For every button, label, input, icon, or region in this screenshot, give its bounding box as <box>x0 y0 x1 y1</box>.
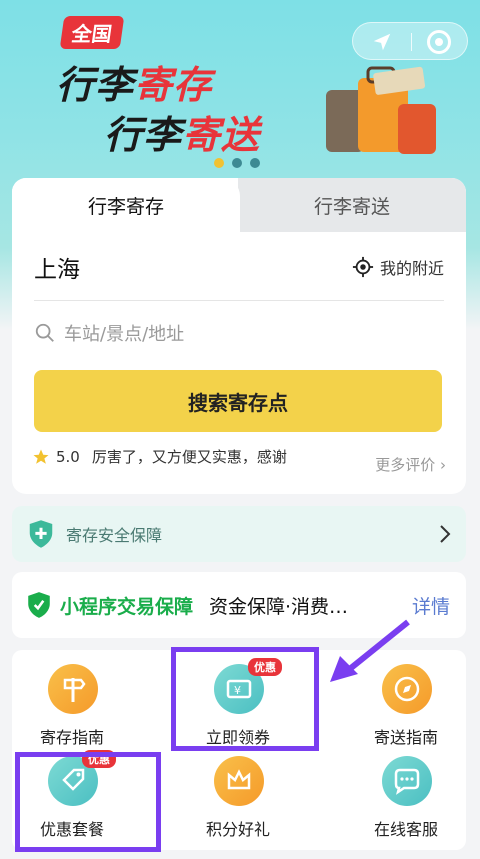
green-shield-icon <box>28 592 50 618</box>
close-target-icon[interactable] <box>427 30 451 54</box>
banner-headline-1: 行李寄存 <box>56 63 213 107</box>
guarantee-desc: 资金保障·消费… <box>209 595 349 618</box>
safety-label: 寄存安全保障 <box>66 526 163 545</box>
shield-plus-icon <box>29 520 53 548</box>
nearby-button[interactable]: 我的附近 <box>352 255 444 279</box>
service-label: 积分好礼 <box>205 820 270 839</box>
service-label: 寄存指南 <box>39 728 104 747</box>
search-input[interactable]: 车站/景点/地址 <box>34 320 184 346</box>
chevron-right-icon: › <box>440 456 446 474</box>
carousel-dots <box>214 158 260 168</box>
rating-value: 5.0 <box>56 447 80 466</box>
carousel-dot-active <box>214 158 224 168</box>
search-icon <box>35 323 54 342</box>
search-placeholder: 车站/景点/地址 <box>64 324 185 345</box>
search-storage-button[interactable]: 搜索寄存点 <box>34 370 442 432</box>
service-points-gifts[interactable]: 积分好礼 <box>178 756 298 846</box>
service-storage-guide[interactable]: 寄存指南 <box>12 664 132 754</box>
capsule-divider <box>411 33 412 51</box>
chat-icon <box>382 756 432 806</box>
guarantee-title: 小程序交易保障 <box>60 595 194 618</box>
divider <box>34 300 444 301</box>
service-label: 在线客服 <box>373 820 438 839</box>
banner-headline-2: 行李寄送 <box>104 113 261 157</box>
chevron-right-icon <box>440 525 451 543</box>
crown-icon <box>214 756 264 806</box>
location-row: 上海 我的附近 <box>34 250 444 284</box>
more-reviews-link[interactable]: 更多评价 › <box>375 454 446 475</box>
signpost-icon <box>48 664 98 714</box>
annotation-arrow-icon <box>330 619 410 682</box>
review-text: 厉害了，又方便又实惠，感谢 <box>91 448 287 466</box>
location-arrow-icon[interactable] <box>371 31 393 53</box>
mini-program-capsule[interactable] <box>352 22 468 60</box>
guarantee-detail-link[interactable]: 详情 <box>412 592 450 619</box>
service-online-support[interactable]: 在线客服 <box>346 756 466 846</box>
banner-chip: 全国 <box>59 16 125 49</box>
carousel-dot <box>250 158 260 168</box>
luggage-illustration <box>326 66 436 154</box>
safety-guarantee-bar[interactable]: 寄存安全保障 <box>12 506 466 562</box>
review-summary: 5.0 厉害了，又方便又实惠，感谢 <box>32 446 287 467</box>
storage-search-card: 行李寄送 行李寄存 上海 我的附近 车站/景点/地址 搜索寄存点 5.0 厉害了… <box>12 178 466 494</box>
carousel-dot <box>232 158 242 168</box>
service-label: 寄送指南 <box>373 728 438 747</box>
tab-delivery[interactable]: 行李寄送 <box>238 178 466 232</box>
star-icon <box>33 449 49 464</box>
nearby-label: 我的附近 <box>379 259 444 278</box>
tab-storage[interactable]: 行李寄存 <box>12 178 240 232</box>
locate-icon <box>352 256 374 278</box>
highlight-box-coupon <box>171 647 319 751</box>
service-tabs: 行李寄送 行李寄存 <box>12 178 466 232</box>
city-selector[interactable]: 上海 <box>34 250 80 284</box>
highlight-box-package <box>15 752 161 852</box>
